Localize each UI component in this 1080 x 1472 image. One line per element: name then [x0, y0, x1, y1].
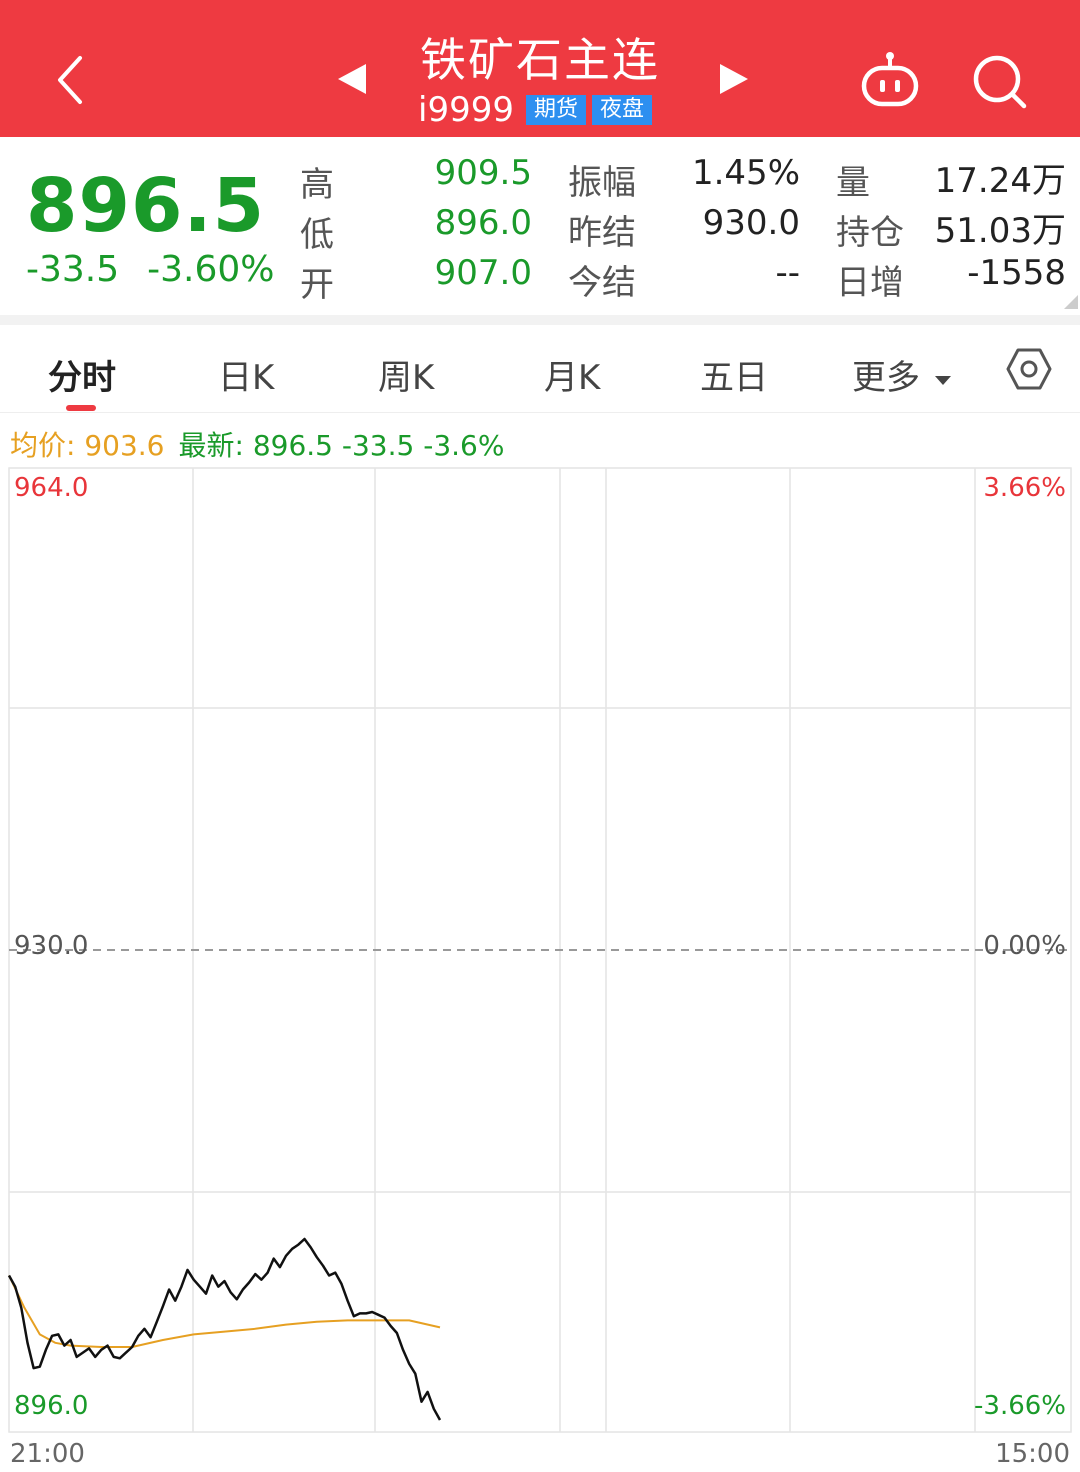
- robot-icon[interactable]: [858, 50, 922, 110]
- section-divider: [0, 315, 1080, 325]
- tab-five-day[interactable]: 五日: [700, 350, 768, 399]
- subtitle-row: i9999 期货 夜盘: [418, 90, 653, 130]
- last-price: 896.5: [26, 163, 266, 249]
- open-label: 开: [300, 265, 334, 305]
- high-label: 高: [300, 165, 334, 205]
- y-mid-label: 930.0: [14, 931, 88, 961]
- contract-code: i9999: [418, 90, 514, 130]
- tab-more-label: 更多: [852, 358, 920, 398]
- tab-intraday[interactable]: 分时: [48, 350, 116, 399]
- amplitude-value: 1.45%: [691, 153, 800, 193]
- x-start-label: 21:00: [10, 1439, 85, 1469]
- high-value: 909.5: [434, 153, 532, 193]
- pct-bottom-label: -3.66%: [974, 1391, 1066, 1421]
- x-end-label: 15:00: [995, 1439, 1070, 1469]
- volume-value: 17.24万: [934, 161, 1066, 201]
- change-percent: -3.60%: [147, 249, 275, 290]
- prev-settle-label: 昨结: [568, 213, 636, 253]
- open-value: 907.0: [434, 253, 532, 293]
- active-tab-indicator: [66, 405, 96, 411]
- change-value: -33.5: [26, 249, 120, 290]
- y-top-label: 964.0: [14, 473, 88, 503]
- pct-top-label: 3.66%: [983, 473, 1066, 503]
- next-triangle-icon[interactable]: [716, 62, 750, 96]
- corner-expand-icon[interactable]: [1064, 295, 1078, 309]
- open-interest-value: 51.03万: [934, 211, 1066, 251]
- night-session-tag: 夜盘: [592, 95, 653, 125]
- open-interest-label: 持仓: [836, 213, 904, 253]
- prev-settle-value: 930.0: [702, 203, 800, 243]
- average-price-info: 均价: 903.6: [10, 429, 165, 462]
- low-value: 896.0: [434, 203, 532, 243]
- low-label: 低: [300, 215, 334, 255]
- period-tabs: 分时 日K 周K 月K 五日 更多: [0, 325, 1080, 413]
- top-bar: 铁矿石主连 i9999 期货 夜盘: [0, 0, 1080, 137]
- tab-monthly-k[interactable]: 月K: [544, 350, 600, 399]
- amplitude-label: 振幅: [568, 163, 636, 203]
- tab-more[interactable]: 更多: [852, 350, 951, 399]
- settle-value: --: [775, 253, 800, 293]
- pct-mid-label: 0.00%: [983, 931, 1066, 961]
- intraday-chart[interactable]: 964.0 3.66% 930.0 0.00% 896.0 -3.66% 21:…: [0, 466, 1080, 1472]
- y-bottom-label: 896.0: [14, 1391, 88, 1421]
- settings-hexagon-icon[interactable]: [1006, 346, 1052, 392]
- chart-info-line: 均价: 903.6 最新: 896.5 -33.5 -3.6%: [10, 424, 504, 464]
- tab-weekly-k[interactable]: 周K: [378, 350, 434, 399]
- price-change: -33.5 -3.60%: [26, 249, 275, 290]
- daily-increase-label: 日增: [836, 263, 904, 303]
- latest-price-info: 最新: 896.5 -33.5 -3.6%: [178, 429, 505, 462]
- chart-grid: [8, 467, 1072, 1433]
- daily-increase-value: -1558: [967, 253, 1066, 293]
- volume-label: 量: [836, 163, 870, 203]
- futures-tag: 期货: [525, 95, 586, 125]
- tab-daily-k[interactable]: 日K: [218, 350, 274, 399]
- quote-panel: 896.5 -33.5 -3.60% 高 低 开 909.5 896.0 907.…: [0, 137, 1080, 315]
- settle-label: 今结: [568, 263, 636, 303]
- dropdown-triangle-icon: [934, 375, 951, 385]
- search-icon[interactable]: [970, 52, 1030, 112]
- chart-axis-labels: 964.0 3.66% 930.0 0.00% 896.0 -3.66% 21:…: [10, 473, 1070, 1469]
